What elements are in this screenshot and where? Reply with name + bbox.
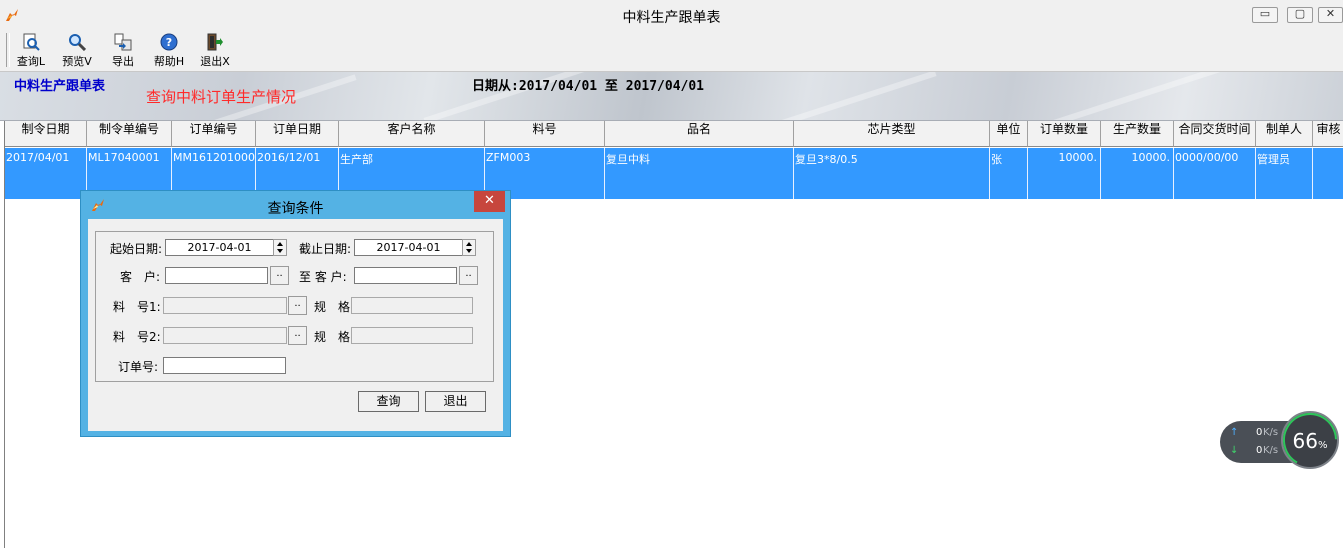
toolbar: 查询L 预览V 导出 ? 帮助H 退出X [0,30,1343,72]
start-date-label: 起始日期: [110,242,163,256]
date-range: 日期从:2017/04/01 至 2017/04/01 [472,79,705,94]
usage-percent-unit: % [1317,440,1328,451]
spec2-label: 规 格 [314,330,351,344]
preview-button[interactable]: 预览V [56,32,98,68]
column-header[interactable]: 生产数量 [1101,121,1174,147]
spin-up-icon [466,242,472,246]
minimize-button[interactable]: ▭ [1252,7,1278,23]
to-customer-browse-button[interactable]: .. [459,266,478,285]
dialog-close-button[interactable]: ✕ [474,191,505,212]
order-no-label: 订单号: [118,360,159,374]
column-header[interactable]: 审核 [1313,121,1343,147]
dialog-body: 起始日期: 2017-04-01 截止日期: 2017-04-01 客 户: .… [88,219,503,431]
end-date-field[interactable]: 2017-04-01 [354,239,463,256]
column-header[interactable]: 制令日期 [5,121,87,147]
dialog-title-bar[interactable]: 查询条件 ✕ [81,191,510,219]
exit-icon [207,33,223,51]
column-header[interactable]: 制单人 [1256,121,1313,147]
report-banner: 中料生产跟单表 查询中料订单生产情况 日期从:2017/04/01 至 2017… [0,72,1343,121]
item1-label: 料 号1: [113,300,161,314]
dialog-exit-button[interactable]: 退出 [425,391,486,412]
table-cell[interactable]: 复旦3*8/0.5 [794,148,990,199]
banner-decoration [763,72,937,120]
report-title: 中料生产跟单表 [14,79,106,94]
start-date-field[interactable]: 2017-04-01 [165,239,274,256]
help-button[interactable]: ? 帮助H [148,32,190,68]
query-dialog: 查询条件 ✕ 起始日期: 2017-04-01 截止日期: 2017-04-01… [80,190,511,437]
item2-label: 料 号2: [113,330,161,344]
item1-browse-button[interactable]: .. [288,296,307,315]
upload-speed: 0 [1256,427,1263,438]
spin-down-icon [277,249,283,253]
column-header[interactable]: 合同交货时间 [1174,121,1256,147]
spin-up-icon [277,242,283,246]
column-header[interactable]: 芯片类型 [794,121,990,147]
column-header[interactable]: 制令单编号 [87,121,172,147]
query-submit-button[interactable]: 查询 [358,391,419,412]
spec1-label: 规 格 [314,300,351,314]
order-no-field[interactable] [163,357,286,374]
to-customer-field[interactable] [354,267,457,284]
spec2-field[interactable] [351,327,473,344]
item2-browse-button[interactable]: .. [288,326,307,345]
export-button[interactable]: 导出 [102,32,144,68]
maximize-button[interactable]: ▢ [1287,7,1313,23]
customer-label: 客 户: [120,270,161,284]
column-header[interactable]: 订单数量 [1028,121,1101,147]
to-customer-label: 至 客 户: [299,270,347,284]
banner-decoration [1053,72,1227,120]
upload-arrow-icon: ↑ [1230,427,1239,438]
table-cell[interactable]: 2017/04/01 [5,148,87,199]
download-unit: K/s [1263,445,1279,456]
column-header[interactable]: 单位 [990,121,1028,147]
table-cell[interactable]: 管理员 [1256,148,1313,199]
item1-field[interactable] [163,297,287,314]
end-date-label: 截止日期: [299,242,352,256]
customer-browse-button[interactable]: .. [270,266,289,285]
criteria-group: 起始日期: 2017-04-01 截止日期: 2017-04-01 客 户: .… [95,231,494,382]
usage-percent: 66 [1292,429,1318,453]
query-button[interactable]: 查询L [10,32,52,68]
column-header[interactable]: 品名 [605,121,794,147]
end-date-spinner[interactable] [462,239,476,256]
window-title: 中料生产跟单表 [622,10,721,26]
spin-down-icon [466,249,472,253]
start-date-spinner[interactable] [273,239,287,256]
table-cell[interactable]: 0000/00/00 [1174,148,1256,199]
help-icon: ? [160,33,178,51]
column-header[interactable]: 料号 [485,121,605,147]
spec1-field[interactable] [351,297,473,314]
table-cell[interactable] [1313,148,1343,199]
query-icon [23,33,40,51]
table-cell[interactable]: 复旦中料 [605,148,794,199]
customer-field[interactable] [165,267,268,284]
download-arrow-icon: ↓ [1230,445,1239,456]
item2-field[interactable] [163,327,287,344]
table-cell[interactable]: 张 [990,148,1028,199]
preview-icon [69,34,86,51]
exit-button[interactable]: 退出X [194,32,236,68]
table-cell[interactable]: 10000. [1028,148,1101,199]
svg-text:?: ? [166,36,172,49]
dialog-title: 查询条件 [267,201,324,217]
report-subtitle: 查询中料订单生产情况 [146,88,297,106]
title-bar: 中料生产跟单表 ▭ ▢ ✕ [0,0,1343,31]
column-header[interactable]: 订单日期 [256,121,339,147]
column-header[interactable]: 订单编号 [172,121,256,147]
column-header[interactable]: 客户名称 [339,121,485,147]
download-speed: 0 [1256,445,1263,456]
close-button[interactable]: ✕ [1318,7,1343,23]
memory-usage-gauge[interactable]: 66% [1281,411,1339,469]
upload-unit: K/s [1263,427,1279,438]
table-cell[interactable]: 10000. [1101,148,1174,199]
export-icon [114,33,132,51]
